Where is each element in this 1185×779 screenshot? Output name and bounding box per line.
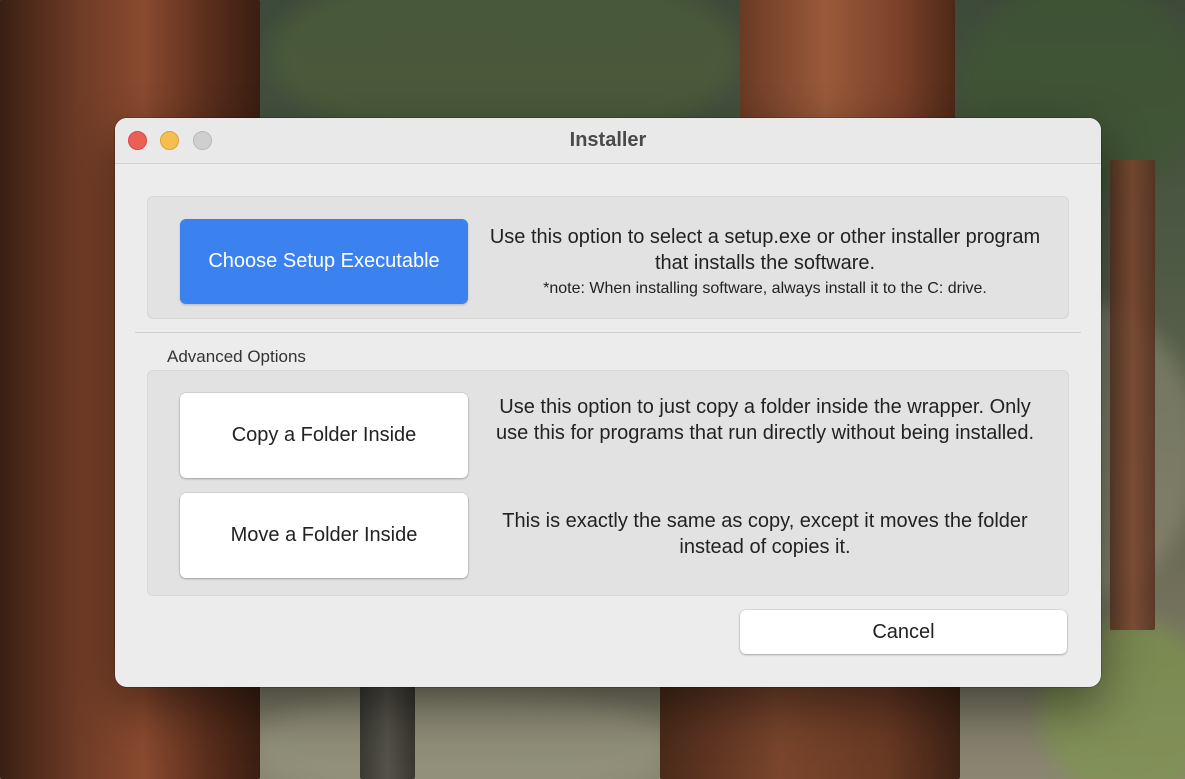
tree-trunk [1110, 160, 1155, 630]
mist [250, 690, 670, 779]
advanced-options-label: Advanced Options [167, 347, 306, 366]
setup-description-block: Use this option to select a setup.exe or… [485, 224, 1045, 300]
desktop-background: Installer Choose Setup Executable Use th… [0, 0, 1185, 779]
tree-trunk [360, 680, 415, 779]
cancel-button[interactable]: Cancel [740, 610, 1067, 654]
choose-setup-executable-button[interactable]: Choose Setup Executable [180, 219, 468, 304]
setup-note: *note: When installing software, always … [543, 280, 987, 297]
move-folder-inside-button[interactable]: Move a Folder Inside [180, 493, 468, 578]
window-title: Installer [569, 129, 647, 151]
setup-description: Use this option to select a setup.exe or… [489, 226, 1041, 274]
move-folder-description: This is exactly the same as copy, except… [502, 510, 1028, 558]
tree-trunk [740, 0, 955, 130]
copy-folder-inside-button[interactable]: Copy a Folder Inside [180, 393, 468, 478]
title-bar[interactable]: Installer [115, 118, 1101, 164]
divider [135, 332, 1081, 333]
installer-window: Installer Choose Setup Executable Use th… [115, 118, 1101, 687]
copy-folder-description: Use this option to just copy a folder in… [495, 396, 1035, 444]
tree-trunk [660, 680, 960, 779]
